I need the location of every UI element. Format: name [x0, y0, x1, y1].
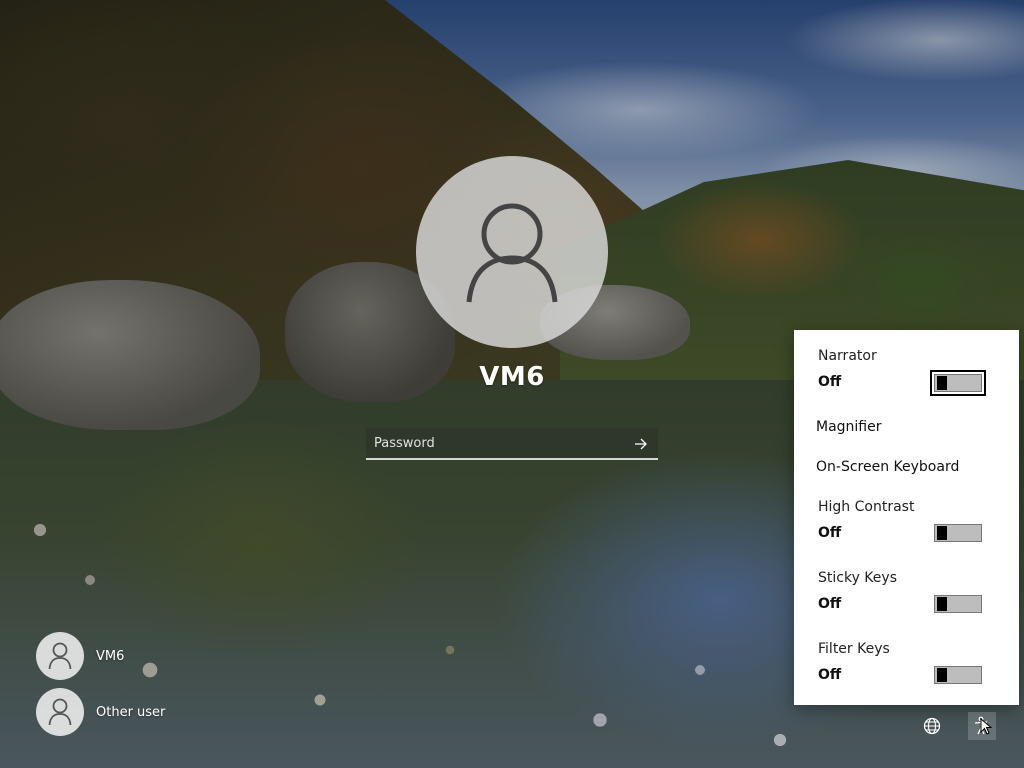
user-tile-label: Other user [96, 704, 166, 720]
mouse-cursor-icon [980, 718, 993, 735]
user-silhouette-icon [466, 203, 558, 303]
user-tile-vm6[interactable]: VM6 [36, 632, 124, 680]
accessibility-flyout: Narrator Off Magnifier On-Screen Keyboar… [794, 330, 1019, 705]
user-silhouette-icon [48, 642, 72, 670]
accessibility-item-high-contrast: High Contrast Off [794, 499, 1019, 551]
sticky-keys-toggle[interactable] [934, 595, 982, 613]
arrow-right-icon [635, 438, 647, 450]
toggle-knob [937, 597, 947, 611]
submit-arrow-button[interactable] [630, 433, 652, 455]
user-tile-other-user[interactable]: Other user [36, 688, 165, 736]
high-contrast-toggle[interactable] [934, 524, 982, 542]
toggle-knob [937, 668, 947, 682]
narrator-state: Off [818, 374, 842, 390]
on-screen-keyboard-label: On-Screen Keyboard [816, 459, 960, 475]
accessibility-item-filter-keys: Filter Keys Off [794, 641, 1019, 693]
user-avatar [416, 156, 608, 348]
network-globe-icon [923, 717, 941, 735]
accessibility-item-sticky-keys: Sticky Keys Off [794, 570, 1019, 622]
network-button[interactable] [918, 712, 946, 740]
user-tile-label: VM6 [96, 648, 125, 664]
avatar [36, 688, 84, 736]
user-silhouette-icon [48, 698, 72, 726]
toggle-knob [937, 376, 947, 390]
accessibility-item-magnifier[interactable]: Magnifier [794, 419, 1019, 441]
accessibility-item-narrator: Narrator Off [794, 348, 1019, 400]
magnifier-label: Magnifier [816, 419, 882, 435]
filter-keys-state: Off [818, 667, 842, 683]
sticky-keys-state: Off [818, 596, 842, 612]
sticky-keys-label: Sticky Keys [818, 570, 897, 586]
avatar [36, 632, 84, 680]
high-contrast-label: High Contrast [818, 499, 915, 515]
filter-keys-toggle[interactable] [934, 666, 982, 684]
password-field-container [366, 428, 658, 460]
accessibility-item-on-screen-keyboard[interactable]: On-Screen Keyboard [794, 459, 1019, 481]
narrator-label: Narrator [818, 348, 877, 364]
toggle-knob [937, 526, 947, 540]
login-username: VM6 [479, 362, 545, 392]
accessibility-button[interactable] [968, 712, 996, 740]
narrator-toggle[interactable] [930, 370, 986, 396]
filter-keys-label: Filter Keys [818, 641, 890, 657]
high-contrast-state: Off [818, 525, 842, 541]
password-input[interactable] [366, 428, 621, 458]
